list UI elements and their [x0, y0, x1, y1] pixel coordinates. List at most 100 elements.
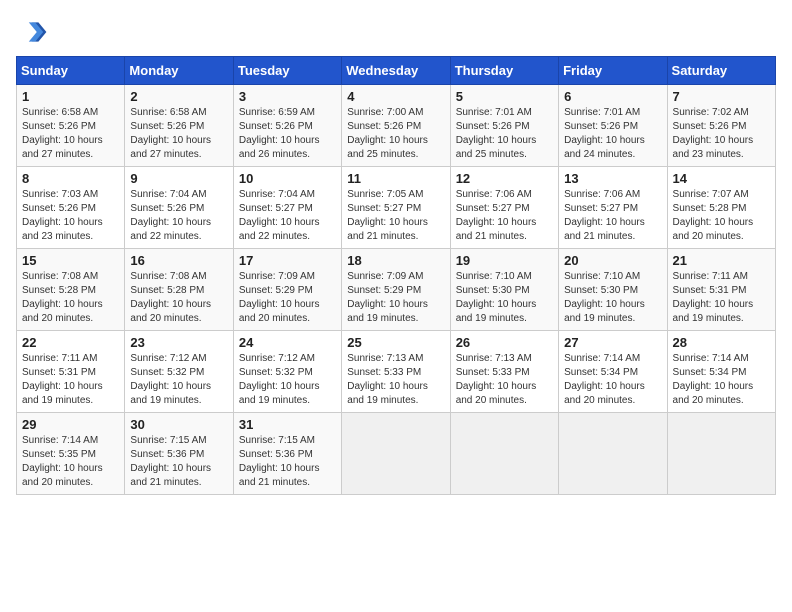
- calendar-cell: 1 Sunrise: 6:58 AM Sunset: 5:26 PM Daylig…: [17, 85, 125, 167]
- day-info: Sunrise: 6:59 AM Sunset: 5:26 PM Dayligh…: [239, 106, 336, 162]
- column-header-monday: Monday: [125, 57, 233, 85]
- calendar-cell: 19 Sunrise: 7:10 AM Sunset: 5:30 PM Dayli…: [450, 249, 558, 331]
- day-info: Sunrise: 7:12 AM Sunset: 5:32 PM Dayligh…: [239, 352, 336, 408]
- day-number: 28: [673, 335, 770, 350]
- day-number: 2: [130, 89, 227, 104]
- day-info: Sunrise: 7:10 AM Sunset: 5:30 PM Dayligh…: [564, 270, 661, 326]
- day-info: Sunrise: 7:01 AM Sunset: 5:26 PM Dayligh…: [456, 106, 553, 162]
- logo: [16, 16, 52, 48]
- day-info: Sunrise: 7:15 AM Sunset: 5:36 PM Dayligh…: [239, 434, 336, 490]
- page-header: [16, 16, 776, 48]
- calendar-cell: 25 Sunrise: 7:13 AM Sunset: 5:33 PM Dayli…: [342, 331, 450, 413]
- day-number: 14: [673, 171, 770, 186]
- calendar-week-row: 22 Sunrise: 7:11 AM Sunset: 5:31 PM Dayli…: [17, 331, 776, 413]
- day-info: Sunrise: 6:58 AM Sunset: 5:26 PM Dayligh…: [22, 106, 119, 162]
- day-number: 31: [239, 417, 336, 432]
- day-info: Sunrise: 7:14 AM Sunset: 5:35 PM Dayligh…: [22, 434, 119, 490]
- calendar-cell: 24Sunrise: 7:12 AM Sunset: 5:32 PM Dayli…: [233, 331, 341, 413]
- calendar-cell: 5 Sunrise: 7:01 AM Sunset: 5:26 PM Daylig…: [450, 85, 558, 167]
- day-info: Sunrise: 7:13 AM Sunset: 5:33 PM Dayligh…: [347, 352, 444, 408]
- calendar-cell: 10 Sunrise: 7:04 AM Sunset: 5:27 PM Dayli…: [233, 167, 341, 249]
- calendar-cell: 16 Sunrise: 7:08 AM Sunset: 5:28 PM Dayli…: [125, 249, 233, 331]
- logo-icon: [16, 16, 48, 48]
- day-info: Sunrise: 7:13 AM Sunset: 5:33 PM Dayligh…: [456, 352, 553, 408]
- day-number: 23: [130, 335, 227, 350]
- day-number: 3: [239, 89, 336, 104]
- day-number: 21: [673, 253, 770, 268]
- day-number: 10: [239, 171, 336, 186]
- calendar-cell: [450, 413, 558, 495]
- day-info: Sunrise: 7:09 AM Sunset: 5:29 PM Dayligh…: [239, 270, 336, 326]
- calendar-cell: 9Sunrise: 7:04 AM Sunset: 5:26 PM Daylig…: [125, 167, 233, 249]
- day-number: 16: [130, 253, 227, 268]
- day-number: 27: [564, 335, 661, 350]
- day-info: Sunrise: 7:01 AM Sunset: 5:26 PM Dayligh…: [564, 106, 661, 162]
- calendar-week-row: 1 Sunrise: 6:58 AM Sunset: 5:26 PM Daylig…: [17, 85, 776, 167]
- calendar-cell: 22 Sunrise: 7:11 AM Sunset: 5:31 PM Dayli…: [17, 331, 125, 413]
- calendar-cell: [667, 413, 775, 495]
- calendar-cell: 18 Sunrise: 7:09 AM Sunset: 5:29 PM Dayli…: [342, 249, 450, 331]
- day-info: Sunrise: 7:10 AM Sunset: 5:30 PM Dayligh…: [456, 270, 553, 326]
- day-number: 20: [564, 253, 661, 268]
- column-header-sunday: Sunday: [17, 57, 125, 85]
- day-info: Sunrise: 7:06 AM Sunset: 5:27 PM Dayligh…: [456, 188, 553, 244]
- calendar-cell: 4 Sunrise: 7:00 AM Sunset: 5:26 PM Daylig…: [342, 85, 450, 167]
- column-header-friday: Friday: [559, 57, 667, 85]
- day-info: Sunrise: 7:06 AM Sunset: 5:27 PM Dayligh…: [564, 188, 661, 244]
- calendar-cell: 13 Sunrise: 7:06 AM Sunset: 5:27 PM Dayli…: [559, 167, 667, 249]
- calendar-cell: 14 Sunrise: 7:07 AM Sunset: 5:28 PM Dayli…: [667, 167, 775, 249]
- calendar-cell: 6 Sunrise: 7:01 AM Sunset: 5:26 PM Daylig…: [559, 85, 667, 167]
- day-info: Sunrise: 7:09 AM Sunset: 5:29 PM Dayligh…: [347, 270, 444, 326]
- calendar-cell: 20 Sunrise: 7:10 AM Sunset: 5:30 PM Dayli…: [559, 249, 667, 331]
- day-number: 6: [564, 89, 661, 104]
- calendar-cell: 28 Sunrise: 7:14 AM Sunset: 5:34 PM Dayli…: [667, 331, 775, 413]
- day-info: Sunrise: 6:58 AM Sunset: 5:26 PM Dayligh…: [130, 106, 227, 162]
- calendar-cell: 7 Sunrise: 7:02 AM Sunset: 5:26 PM Daylig…: [667, 85, 775, 167]
- day-info: Sunrise: 7:04 AM Sunset: 5:27 PM Dayligh…: [239, 188, 336, 244]
- day-number: 9: [130, 171, 227, 186]
- day-number: 1: [22, 89, 119, 104]
- column-header-tuesday: Tuesday: [233, 57, 341, 85]
- column-header-wednesday: Wednesday: [342, 57, 450, 85]
- calendar-cell: 8 Sunrise: 7:03 AM Sunset: 5:26 PM Daylig…: [17, 167, 125, 249]
- calendar-week-row: 29 Sunrise: 7:14 AM Sunset: 5:35 PM Dayli…: [17, 413, 776, 495]
- calendar-cell: [559, 413, 667, 495]
- day-number: 13: [564, 171, 661, 186]
- day-info: Sunrise: 7:12 AM Sunset: 5:32 PM Dayligh…: [130, 352, 227, 408]
- day-info: Sunrise: 7:05 AM Sunset: 5:27 PM Dayligh…: [347, 188, 444, 244]
- day-number: 17: [239, 253, 336, 268]
- column-header-thursday: Thursday: [450, 57, 558, 85]
- day-number: 12: [456, 171, 553, 186]
- day-number: 5: [456, 89, 553, 104]
- calendar-cell: 17 Sunrise: 7:09 AM Sunset: 5:29 PM Dayli…: [233, 249, 341, 331]
- calendar-header-row: SundayMondayTuesdayWednesdayThursdayFrid…: [17, 57, 776, 85]
- day-number: 29: [22, 417, 119, 432]
- calendar-cell: 30 Sunrise: 7:15 AM Sunset: 5:36 PM Dayli…: [125, 413, 233, 495]
- day-number: 8: [22, 171, 119, 186]
- day-number: 7: [673, 89, 770, 104]
- day-info: Sunrise: 7:14 AM Sunset: 5:34 PM Dayligh…: [564, 352, 661, 408]
- day-number: 22: [22, 335, 119, 350]
- day-number: 25: [347, 335, 444, 350]
- day-info: Sunrise: 7:07 AM Sunset: 5:28 PM Dayligh…: [673, 188, 770, 244]
- day-info: Sunrise: 7:02 AM Sunset: 5:26 PM Dayligh…: [673, 106, 770, 162]
- day-number: 4: [347, 89, 444, 104]
- calendar-cell: 26Sunrise: 7:13 AM Sunset: 5:33 PM Dayli…: [450, 331, 558, 413]
- day-info: Sunrise: 7:00 AM Sunset: 5:26 PM Dayligh…: [347, 106, 444, 162]
- day-info: Sunrise: 7:11 AM Sunset: 5:31 PM Dayligh…: [22, 352, 119, 408]
- calendar-cell: 31 Sunrise: 7:15 AM Sunset: 5:36 PM Dayli…: [233, 413, 341, 495]
- calendar-table: SundayMondayTuesdayWednesdayThursdayFrid…: [16, 56, 776, 495]
- day-number: 19: [456, 253, 553, 268]
- day-info: Sunrise: 7:15 AM Sunset: 5:36 PM Dayligh…: [130, 434, 227, 490]
- day-info: Sunrise: 7:14 AM Sunset: 5:34 PM Dayligh…: [673, 352, 770, 408]
- day-info: Sunrise: 7:03 AM Sunset: 5:26 PM Dayligh…: [22, 188, 119, 244]
- calendar-cell: 15 Sunrise: 7:08 AM Sunset: 5:28 PM Dayli…: [17, 249, 125, 331]
- day-number: 30: [130, 417, 227, 432]
- day-info: Sunrise: 7:08 AM Sunset: 5:28 PM Dayligh…: [130, 270, 227, 326]
- calendar-cell: 23 Sunrise: 7:12 AM Sunset: 5:32 PM Dayli…: [125, 331, 233, 413]
- day-info: Sunrise: 7:08 AM Sunset: 5:28 PM Dayligh…: [22, 270, 119, 326]
- calendar-week-row: 8 Sunrise: 7:03 AM Sunset: 5:26 PM Daylig…: [17, 167, 776, 249]
- day-number: 15: [22, 253, 119, 268]
- day-number: 18: [347, 253, 444, 268]
- calendar-cell: [342, 413, 450, 495]
